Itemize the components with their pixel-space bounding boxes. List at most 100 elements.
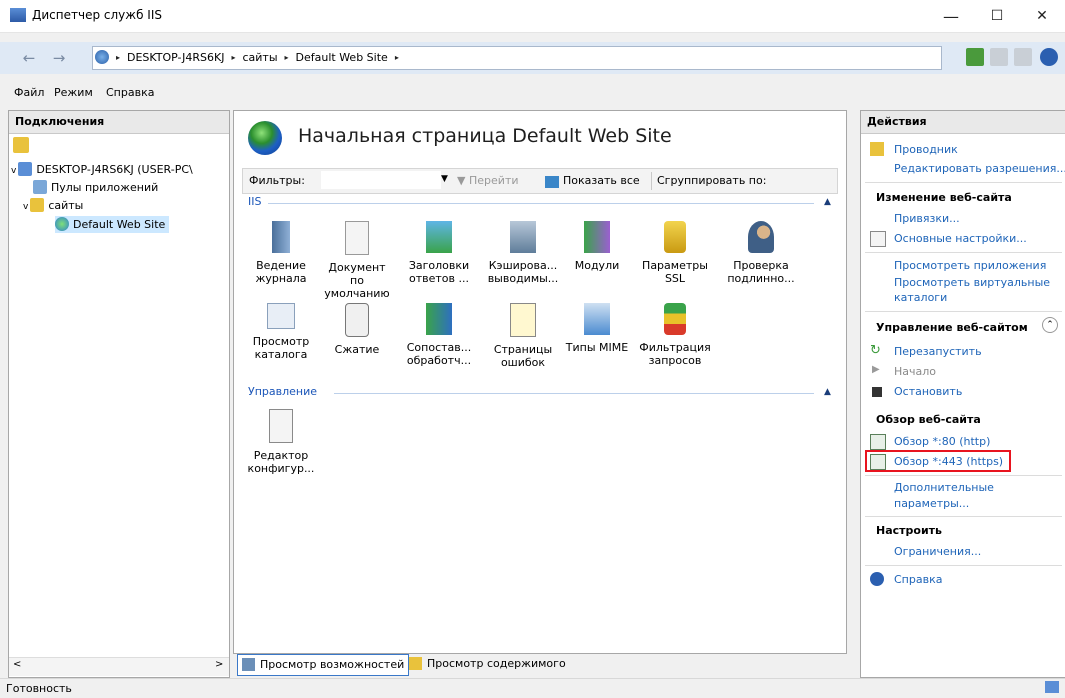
filter-dropdown-icon[interactable]: ▼ <box>441 174 448 184</box>
feature-authentication[interactable]: Проверка подлинно... <box>724 221 798 285</box>
feature-logging[interactable]: Ведение журнала <box>244 221 318 285</box>
action-explorer[interactable]: Проводник <box>894 143 958 156</box>
stop-icon <box>872 387 882 397</box>
status-text: Готовность <box>6 682 72 695</box>
action-view-virtual-dirs-cont[interactable]: каталоги <box>894 291 947 304</box>
action-browse-http[interactable]: Обзор *:80 (http) <box>894 435 990 448</box>
scroll-left-icon[interactable]: < <box>13 659 21 670</box>
collapse-section-icon[interactable]: ⌃ <box>1042 317 1058 333</box>
forward-arrow-icon[interactable]: → <box>48 48 70 68</box>
section-browse-site: Обзор веб-сайта <box>876 413 981 426</box>
feature-label: Редактор <box>253 449 309 462</box>
breadcrumb-item-sites[interactable]: сайты <box>238 51 281 64</box>
feature-error-pages[interactable]: Страницы ошибок <box>486 303 560 369</box>
action-bindings[interactable]: Привязки... <box>894 212 960 225</box>
breadcrumb-sep-icon: ▸ <box>284 52 289 62</box>
feature-label: Модули <box>574 259 620 272</box>
website-globe-icon <box>248 121 282 155</box>
feature-ssl-settings[interactable]: Параметры SSL <box>638 221 712 285</box>
action-start[interactable]: Начало <box>894 365 936 378</box>
action-view-virtual-dirs[interactable]: Просмотреть виртуальные <box>894 276 1050 289</box>
expand-chevron-icon[interactable]: v <box>11 166 16 176</box>
filter-input[interactable] <box>321 171 441 189</box>
help-icon[interactable] <box>1040 48 1058 66</box>
feature-label: конфигур... <box>247 462 315 475</box>
browse-icon <box>870 454 886 470</box>
feature-output-caching[interactable]: Кэширова... выводимы... <box>486 221 560 285</box>
menu-bar: Файл Режим Справка <box>0 82 1065 104</box>
breadcrumb[interactable]: ▸ DESKTOP-J4RS6KJ ▸ сайты ▸ Default Web … <box>92 46 942 70</box>
maximize-button[interactable]: ☐ <box>974 0 1020 32</box>
breadcrumb-sep-icon: ▸ <box>116 52 121 62</box>
action-restart[interactable]: Перезапустить <box>894 345 982 358</box>
tree-item-sites[interactable]: v сайты <box>23 197 83 214</box>
tree-item-app-pools[interactable]: Пулы приложений <box>33 179 158 196</box>
feature-compression[interactable]: Сжатие <box>320 303 394 356</box>
action-limits[interactable]: Ограничения... <box>894 545 981 558</box>
action-view-applications[interactable]: Просмотреть приложения <box>894 259 1046 272</box>
connections-panel: Подключения v DESKTOP-J4RS6KJ (USER-PC\ П… <box>8 110 230 678</box>
feature-directory-browsing[interactable]: Просмотр каталога <box>244 303 318 361</box>
feature-label: Сжатие <box>334 343 380 356</box>
request-filtering-icon <box>664 303 686 335</box>
feature-request-filtering[interactable]: Фильтрация запросов <box>638 303 712 367</box>
breadcrumb-item-site[interactable]: Default Web Site <box>292 51 392 64</box>
connect-icon[interactable] <box>13 137 29 153</box>
action-stop[interactable]: Остановить <box>894 385 962 398</box>
feature-label: запросов <box>648 354 702 367</box>
tree-item-server[interactable]: v DESKTOP-J4RS6KJ (USER-PC\ <box>11 161 193 178</box>
handler-mappings-icon <box>426 303 452 335</box>
minimize-button[interactable]: — <box>928 0 974 32</box>
feature-modules[interactable]: Модули <box>560 221 634 272</box>
feature-response-headers[interactable]: Заголовки ответов ... <box>402 221 476 285</box>
back-arrow-icon[interactable]: ← <box>18 48 40 68</box>
go-button[interactable]: Перейти <box>469 174 519 187</box>
collapse-section-icon[interactable]: ▲ <box>824 197 831 207</box>
stop-icon[interactable] <box>990 48 1008 66</box>
mime-types-icon <box>584 303 610 335</box>
action-edit-permissions[interactable]: Редактировать разрешения... <box>894 162 1065 175</box>
show-all-icon <box>545 176 559 188</box>
horizontal-scrollbar[interactable]: < > <box>9 657 229 676</box>
menu-view[interactable]: Режим <box>54 86 93 99</box>
tab-features-view[interactable]: Просмотр возможностей <box>237 654 410 676</box>
feature-mime-types[interactable]: Типы MIME <box>560 303 634 354</box>
scroll-right-icon[interactable]: > <box>215 659 223 670</box>
error-page-404-icon <box>510 303 536 337</box>
breadcrumb-item-server[interactable]: DESKTOP-J4RS6KJ <box>123 51 228 64</box>
close-button[interactable]: ✕ <box>1019 0 1065 32</box>
start-icon: ▶ <box>872 364 880 375</box>
feature-default-document[interactable]: Документ по умолчанию <box>320 221 394 300</box>
action-browse-https[interactable]: Обзор *:443 (https) <box>894 455 1003 468</box>
default-document-icon <box>345 221 369 255</box>
browse-icon <box>870 434 886 450</box>
filter-funnel-icon: ▼ <box>457 174 466 187</box>
connection-status-icon <box>1045 681 1059 693</box>
filter-bar: Фильтры: ▼ ▼ Перейти Показать все Сгрупп… <box>242 168 838 194</box>
content-view-icon <box>409 657 422 670</box>
show-all-button[interactable]: Показать все <box>563 174 640 187</box>
feature-label: Просмотр <box>252 335 310 348</box>
feature-handler-mappings[interactable]: Сопостав... обработч... <box>402 303 476 367</box>
view-tabs: Просмотр возможностей Просмотр содержимо… <box>233 654 845 676</box>
action-help[interactable]: Справка <box>894 573 942 586</box>
help-icon <box>870 572 884 586</box>
action-advanced-settings-cont[interactable]: параметры... <box>894 497 969 510</box>
action-basic-settings[interactable]: Основные настройки... <box>894 232 1027 245</box>
tree-label: Пулы приложений <box>51 181 159 194</box>
group-by-dropdown[interactable]: Сгруппировать по: <box>657 174 766 187</box>
home-icon[interactable] <box>1014 48 1032 66</box>
feature-label: Параметры <box>642 259 708 272</box>
menu-help[interactable]: Справка <box>106 86 154 99</box>
action-advanced-settings[interactable]: Дополнительные <box>894 481 994 494</box>
menu-file[interactable]: Файл <box>14 86 44 99</box>
tree-item-default-web-site[interactable]: Default Web Site <box>55 216 170 233</box>
feature-label: умолчанию <box>324 287 390 300</box>
tab-content-view[interactable]: Просмотр содержимого <box>405 654 570 674</box>
expand-chevron-icon[interactable]: v <box>23 202 28 212</box>
feature-configuration-editor[interactable]: Редактор конфигур... <box>244 409 318 475</box>
refresh-icon[interactable] <box>966 48 984 66</box>
configuration-editor-icon <box>269 409 293 443</box>
feature-label: Фильтрация <box>639 341 711 354</box>
collapse-section-icon[interactable]: ▲ <box>824 387 831 397</box>
